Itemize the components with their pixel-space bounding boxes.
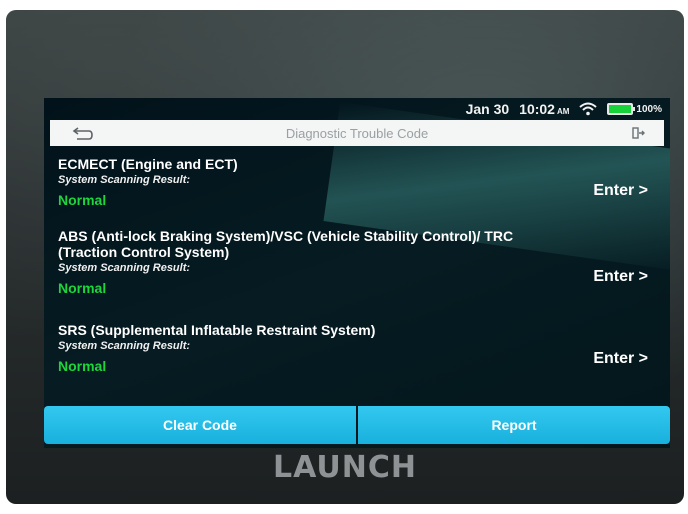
scan-result-status: Normal	[58, 192, 107, 208]
enter-button[interactable]: Enter >	[593, 350, 648, 368]
wifi-icon	[579, 102, 598, 116]
status-date: Jan 30	[465, 101, 510, 117]
system-name: SRS (Supplemental Inflatable Restraint S…	[58, 322, 376, 338]
status-ampm: AM	[556, 107, 570, 116]
device-screen: Jan 30 10:02 AM 100% Diagnostic Trouble …	[44, 98, 670, 448]
battery-percent: 100%	[636, 103, 662, 115]
scan-tool-device: Jan 30 10:02 AM 100% Diagnostic Trouble …	[6, 10, 684, 504]
status-time: 10:02 AM	[519, 101, 569, 117]
system-list: ECMECT (Engine and ECT) System Scanning …	[44, 150, 670, 400]
scan-result-status: Normal	[58, 280, 107, 296]
system-item: ABS (Anti-lock Braking System)/VSC (Vehi…	[58, 228, 658, 296]
clear-code-button[interactable]: Clear Code	[44, 406, 356, 444]
enter-button[interactable]: Enter >	[593, 268, 648, 286]
action-bar: Clear Code Report	[44, 406, 670, 444]
scan-result-label: System Scanning Result:	[58, 340, 191, 352]
battery-icon	[607, 103, 636, 115]
exit-button[interactable]	[628, 124, 648, 142]
back-arrow-icon	[72, 127, 93, 140]
system-name: ABS (Anti-lock Braking System)/VSC (Vehi…	[58, 228, 514, 260]
status-time-value: 10:02	[519, 101, 555, 117]
scan-result-label: System Scanning Result:	[58, 174, 191, 186]
back-button[interactable]	[68, 124, 98, 142]
page-title: Diagnostic Trouble Code	[285, 125, 429, 141]
system-item: ECMECT (Engine and ECT) System Scanning …	[58, 156, 658, 208]
battery-indicator: 100%	[607, 103, 662, 115]
system-item: SRS (Supplemental Inflatable Restraint S…	[58, 322, 658, 374]
status-bar: Jan 30 10:02 AM 100%	[44, 98, 670, 120]
system-name: ECMECT (Engine and ECT)	[58, 156, 238, 172]
exit-icon	[632, 127, 645, 139]
brand-logo: LAUNCH	[272, 450, 417, 485]
report-button[interactable]: Report	[358, 406, 670, 444]
enter-button[interactable]: Enter >	[593, 182, 648, 200]
scan-result-status: Normal	[58, 358, 107, 374]
scan-result-label: System Scanning Result:	[58, 262, 191, 274]
title-bar: Diagnostic Trouble Code	[50, 120, 664, 146]
